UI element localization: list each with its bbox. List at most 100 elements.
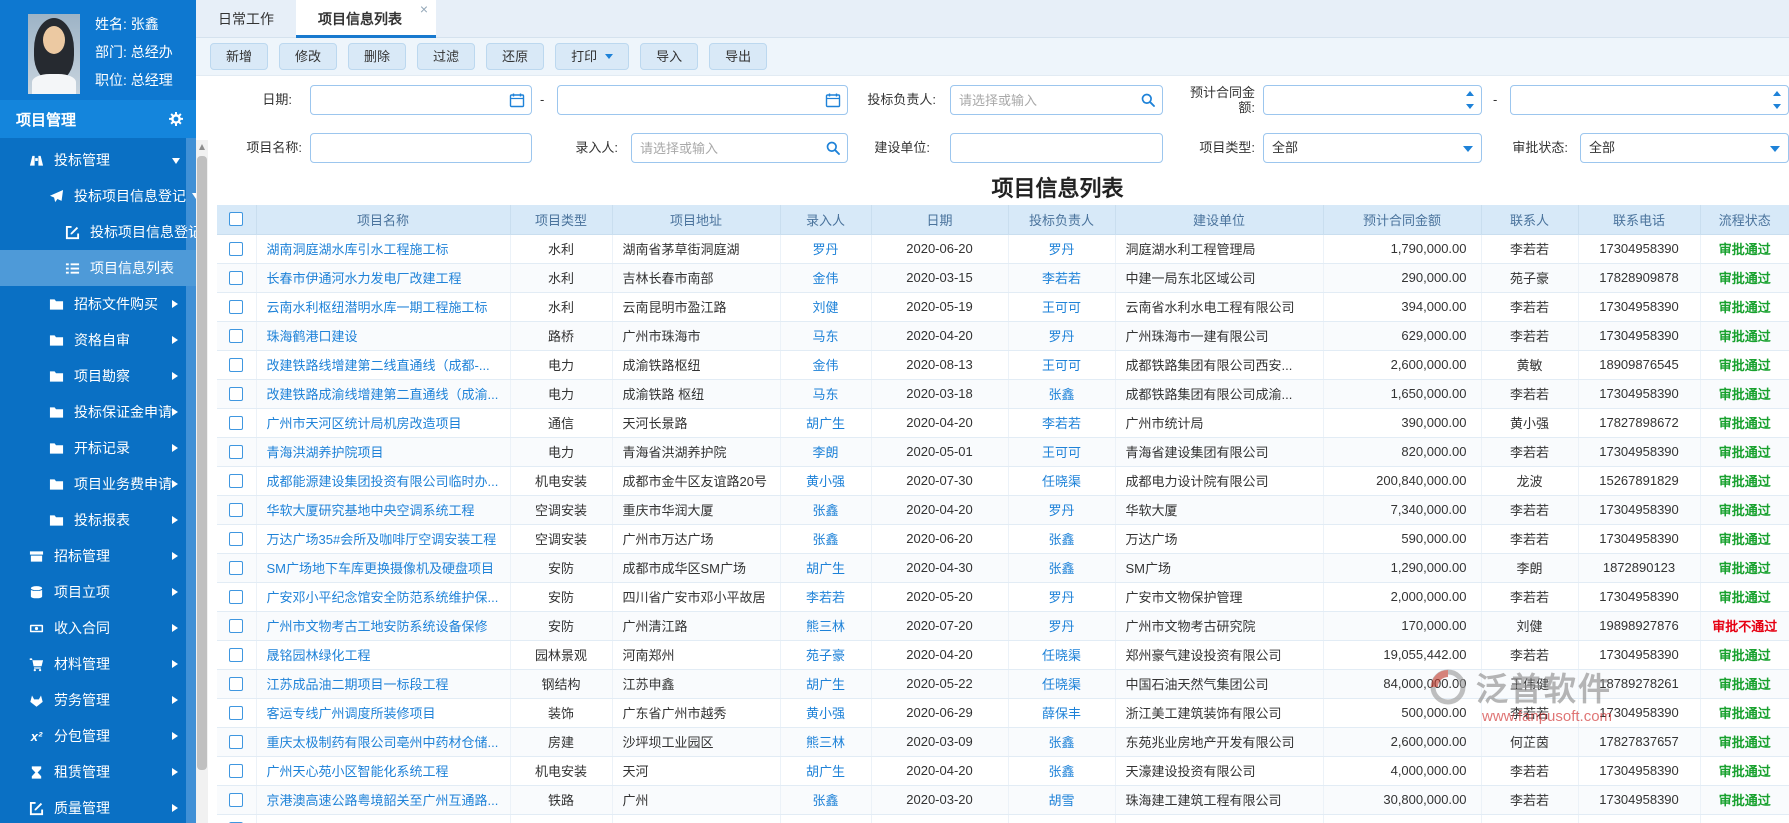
amount-from-input[interactable] (1263, 85, 1482, 115)
cell-entry[interactable]: 苑子豪 (780, 640, 872, 670)
cell-entry[interactable]: 罗丹 (780, 234, 872, 264)
cell-entry[interactable]: 胡广生 (780, 669, 872, 699)
row-checkbox[interactable] (229, 270, 244, 285)
table-row[interactable]: 青海洪湖养护院项目 电力 青海省洪湖养护院 李朗 2020-05-01 王可可 青海省建设集… (217, 437, 1789, 467)
project-name-input[interactable] (310, 133, 532, 163)
amount-to-input[interactable] (1510, 85, 1789, 115)
search-icon[interactable] (825, 140, 841, 156)
cell-name[interactable]: 京港澳高速公路粤境韶关至广州互通路... (256, 785, 511, 815)
search-icon[interactable] (1140, 92, 1156, 108)
cell-leader[interactable]: 罗丹 (1008, 582, 1116, 612)
column-header[interactable]: 投标负责人 (1008, 205, 1116, 235)
table-row[interactable]: SM广场地下车库更换摄像机及硬盘项目 安防 成都市成华区SM广场 胡广生 2020-04… (217, 553, 1789, 583)
cell-entry[interactable]: 张鑫 (780, 495, 872, 525)
cell-leader[interactable]: 罗丹 (1008, 234, 1116, 264)
cell-leader[interactable]: 张鑫 (1008, 727, 1116, 757)
cell-name[interactable]: 广州天心苑小区智能化系统工程 (256, 756, 511, 786)
row-checkbox[interactable] (229, 792, 244, 807)
row-checkbox[interactable] (229, 531, 244, 546)
cell-entry[interactable]: 刘健 (780, 292, 872, 322)
row-checkbox[interactable] (229, 357, 244, 372)
toolbar-button-修改[interactable]: 修改 (279, 43, 338, 70)
table-row[interactable]: 广州市天河区统计局机房改造项目 通信 天河长景路 胡广生 2020-04-20 李若若 广州… (217, 408, 1789, 438)
cell-name[interactable]: 广安邓小平纪念馆安全防范系统维护保... (256, 582, 511, 612)
select-all-checkbox[interactable] (229, 212, 244, 227)
cell-leader[interactable]: 李若若 (1008, 408, 1116, 438)
approval-status-select[interactable]: 全部 (1580, 133, 1789, 163)
table-row[interactable]: 长春市伊通河水力发电厂改建工程 水利 吉林长春市南部 金伟 2020-03-15 李若若中… (217, 263, 1789, 293)
date-from-input[interactable] (310, 85, 532, 115)
cell-entry[interactable]: 胡广生 (780, 756, 872, 786)
sidebar-item-3[interactable]: 项目信息列表 (0, 250, 196, 286)
cell-entry[interactable]: 胡广生 (780, 553, 872, 583)
project-type-select[interactable]: 全部 (1263, 133, 1482, 163)
table-row[interactable]: 重庆太极制药有限公司亳州中药材仓储... 房建 沙坪坝工业园区 熊三林 2020-03-… (217, 727, 1789, 757)
cell-name[interactable]: 成都能源建设集团投资有限公司临时办... (256, 466, 511, 496)
tab-1[interactable]: 项目信息列表 × (296, 0, 436, 38)
table-row[interactable]: 广安邓小平纪念馆安全防范系统维护保... 安防 四川省广安市邓小平故居 李若若 2020… (217, 582, 1789, 612)
column-header[interactable]: 录入人 (780, 205, 872, 235)
cell-entry[interactable]: 黄小强 (780, 466, 872, 496)
sidebar-item-16[interactable]: x² 分包管理 (0, 718, 196, 754)
sidebar-item-9[interactable]: 项目业务费申请 (0, 466, 196, 502)
cell-name[interactable]: SM广场地下车库更换摄像机及硬盘项目 (256, 553, 511, 583)
row-checkbox[interactable] (229, 705, 244, 720)
toolbar-button-导入[interactable]: 导入 (640, 43, 699, 70)
row-checkbox[interactable] (229, 734, 244, 749)
cell-leader[interactable]: 薛保丰 (1008, 698, 1116, 728)
cell-leader[interactable]: 任晓渠 (1008, 466, 1116, 496)
column-header[interactable]: 项目名称 (256, 205, 511, 235)
cell-entry[interactable]: 张鑫 (780, 785, 872, 815)
date-to-input[interactable] (557, 85, 848, 115)
column-header[interactable]: 预计合同金额 (1323, 205, 1482, 235)
cell-entry[interactable]: 金伟 (780, 263, 872, 293)
cell-name[interactable]: 青海洪湖养护院项目 (256, 437, 511, 467)
cell-entry[interactable]: 金伟 (780, 350, 872, 380)
cell-leader[interactable]: 张鑫 (1008, 379, 1116, 409)
scrollbar-thumb[interactable] (197, 156, 207, 770)
cell-entry[interactable]: 马东 (780, 379, 872, 409)
row-checkbox[interactable] (229, 589, 244, 604)
sidebar-item-14[interactable]: 材料管理 (0, 646, 196, 682)
cell-name[interactable]: 华软大厦研究基地中央空调系统工程 (256, 495, 511, 525)
cell-entry[interactable]: 李朗 (780, 437, 872, 467)
row-checkbox[interactable] (229, 560, 244, 575)
toolbar-button-删除[interactable]: 删除 (348, 43, 407, 70)
sidebar-item-5[interactable]: 资格自审 (0, 322, 196, 358)
row-checkbox[interactable] (229, 444, 244, 459)
cell-name[interactable]: 重庆太极制药有限公司亳州中药材仓储... (256, 727, 511, 757)
cell-name[interactable]: 长春市伊通河水力发电厂改建工程 (256, 263, 511, 293)
cell-name[interactable]: 珠海鹤港口建设 (256, 321, 511, 351)
close-icon[interactable]: × (420, 1, 428, 17)
cell-entry[interactable]: 熊三林 (780, 727, 872, 757)
sidebar-item-6[interactable]: 项目勘察 (0, 358, 196, 394)
sidebar-item-1[interactable]: 投标项目信息登记 (0, 178, 196, 214)
row-checkbox[interactable] (229, 241, 244, 256)
cell-leader[interactable]: 王可可 (1008, 437, 1116, 467)
sidebar-item-4[interactable]: 招标文件购买 (0, 286, 196, 322)
column-header[interactable]: 联系电话 (1578, 205, 1701, 235)
row-checkbox[interactable] (229, 328, 244, 343)
entry-person-input[interactable] (631, 133, 848, 163)
cell-leader[interactable]: 任晓渠 (1008, 669, 1116, 699)
sidebar-item-2[interactable]: 投标项目信息登记 (0, 214, 196, 250)
row-checkbox[interactable] (229, 299, 244, 314)
table-row[interactable]: 江苏成品油二期项目一标段工程 钢结构 江苏申鑫 胡广生 2020-05-22 任晓渠 中国石… (217, 669, 1789, 699)
cell-leader[interactable]: 张鑫 (1008, 553, 1116, 583)
cell-entry[interactable]: 张鑫 (780, 524, 872, 554)
sidebar-item-11[interactable]: 招标管理 (0, 538, 196, 574)
row-checkbox[interactable] (229, 676, 244, 691)
content-scrollbar[interactable] (196, 140, 208, 823)
cell-name[interactable]: 湖南洞庭湖水库引水工程施工标 (256, 234, 511, 264)
sidebar-item-18[interactable]: 质量管理 (0, 790, 196, 823)
column-header[interactable]: 项目类型 (510, 205, 613, 235)
cell-name[interactable]: 万达广场35#会所及咖啡厅空调安装工程 (256, 524, 511, 554)
column-header[interactable]: 联系人 (1481, 205, 1579, 235)
cell-leader[interactable]: 胡雪 (1008, 785, 1116, 815)
column-header[interactable]: 流程状态 (1700, 205, 1789, 235)
spinner-icon[interactable] (1771, 89, 1783, 111)
row-checkbox[interactable] (229, 618, 244, 633)
cell-entry[interactable]: 李若若 (780, 582, 872, 612)
table-row[interactable]: 云南水利枢纽潜明水库一期工程施工标 水利 云南昆明市盈江路 刘健 2020-05-19 王… (217, 292, 1789, 322)
cell-leader[interactable]: 任晓渠 (1008, 640, 1116, 670)
